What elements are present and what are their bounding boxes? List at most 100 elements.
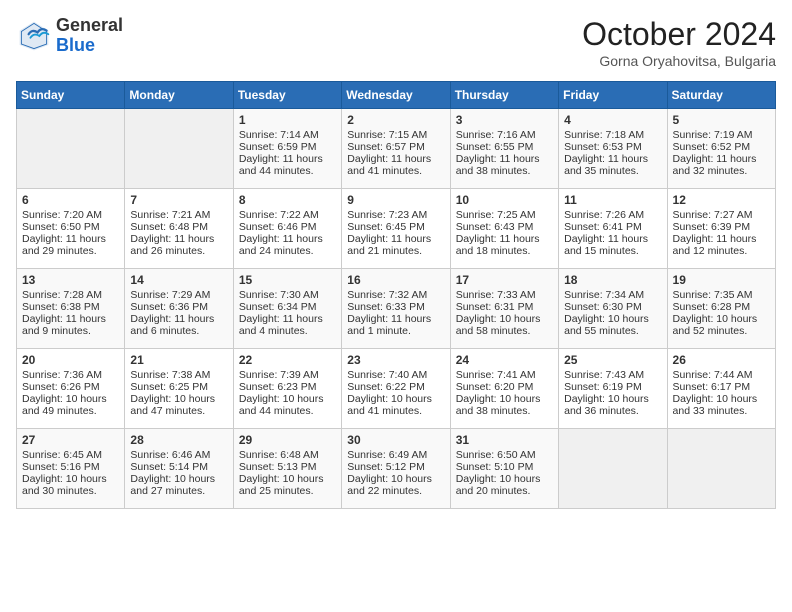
calendar-cell: 10Sunrise: 7:25 AMSunset: 6:43 PMDayligh… [450, 189, 558, 269]
sunrise-text: Sunrise: 7:19 AM [673, 129, 770, 141]
day-number: 5 [673, 113, 770, 127]
sunset-text: Sunset: 6:34 PM [239, 301, 336, 313]
calendar-cell: 20Sunrise: 7:36 AMSunset: 6:26 PMDayligh… [17, 349, 125, 429]
calendar-cell: 12Sunrise: 7:27 AMSunset: 6:39 PMDayligh… [667, 189, 775, 269]
sunset-text: Sunset: 6:38 PM [22, 301, 119, 313]
daylight-text: Daylight: 10 hours and 22 minutes. [347, 473, 444, 497]
day-number: 2 [347, 113, 444, 127]
header-monday: Monday [125, 82, 233, 109]
day-number: 9 [347, 193, 444, 207]
sunset-text: Sunset: 5:10 PM [456, 461, 553, 473]
calendar-header-row: SundayMondayTuesdayWednesdayThursdayFrid… [17, 82, 776, 109]
sunrise-text: Sunrise: 7:26 AM [564, 209, 661, 221]
sunrise-text: Sunrise: 7:32 AM [347, 289, 444, 301]
logo-icon [16, 18, 52, 54]
header-thursday: Thursday [450, 82, 558, 109]
sunrise-text: Sunrise: 7:14 AM [239, 129, 336, 141]
daylight-text: Daylight: 10 hours and 47 minutes. [130, 393, 227, 417]
sunrise-text: Sunrise: 7:36 AM [22, 369, 119, 381]
daylight-text: Daylight: 11 hours and 9 minutes. [22, 313, 119, 337]
sunrise-text: Sunrise: 6:50 AM [456, 449, 553, 461]
week-row-4: 20Sunrise: 7:36 AMSunset: 6:26 PMDayligh… [17, 349, 776, 429]
daylight-text: Daylight: 10 hours and 38 minutes. [456, 393, 553, 417]
day-number: 14 [130, 273, 227, 287]
calendar-cell: 5Sunrise: 7:19 AMSunset: 6:52 PMDaylight… [667, 109, 775, 189]
calendar-cell: 18Sunrise: 7:34 AMSunset: 6:30 PMDayligh… [559, 269, 667, 349]
calendar-cell: 26Sunrise: 7:44 AMSunset: 6:17 PMDayligh… [667, 349, 775, 429]
day-number: 11 [564, 193, 661, 207]
day-number: 19 [673, 273, 770, 287]
daylight-text: Daylight: 10 hours and 49 minutes. [22, 393, 119, 417]
day-number: 17 [456, 273, 553, 287]
daylight-text: Daylight: 11 hours and 6 minutes. [130, 313, 227, 337]
day-number: 25 [564, 353, 661, 367]
sunset-text: Sunset: 6:31 PM [456, 301, 553, 313]
day-number: 3 [456, 113, 553, 127]
daylight-text: Daylight: 11 hours and 38 minutes. [456, 153, 553, 177]
sunrise-text: Sunrise: 7:35 AM [673, 289, 770, 301]
daylight-text: Daylight: 10 hours and 25 minutes. [239, 473, 336, 497]
sunrise-text: Sunrise: 7:34 AM [564, 289, 661, 301]
daylight-text: Daylight: 10 hours and 20 minutes. [456, 473, 553, 497]
daylight-text: Daylight: 11 hours and 4 minutes. [239, 313, 336, 337]
calendar-cell: 21Sunrise: 7:38 AMSunset: 6:25 PMDayligh… [125, 349, 233, 429]
sunrise-text: Sunrise: 7:40 AM [347, 369, 444, 381]
sunrise-text: Sunrise: 7:29 AM [130, 289, 227, 301]
calendar-cell [125, 109, 233, 189]
sunset-text: Sunset: 6:55 PM [456, 141, 553, 153]
sunset-text: Sunset: 6:26 PM [22, 381, 119, 393]
daylight-text: Daylight: 10 hours and 30 minutes. [22, 473, 119, 497]
calendar-cell [559, 429, 667, 509]
sunrise-text: Sunrise: 7:25 AM [456, 209, 553, 221]
day-number: 22 [239, 353, 336, 367]
sunset-text: Sunset: 6:19 PM [564, 381, 661, 393]
sunrise-text: Sunrise: 7:38 AM [130, 369, 227, 381]
location: Gorna Oryahovitsa, Bulgaria [582, 53, 776, 69]
sunrise-text: Sunrise: 7:28 AM [22, 289, 119, 301]
day-number: 7 [130, 193, 227, 207]
sunrise-text: Sunrise: 6:49 AM [347, 449, 444, 461]
sunset-text: Sunset: 6:30 PM [564, 301, 661, 313]
sunrise-text: Sunrise: 6:48 AM [239, 449, 336, 461]
sunset-text: Sunset: 6:23 PM [239, 381, 336, 393]
day-number: 8 [239, 193, 336, 207]
sunset-text: Sunset: 6:17 PM [673, 381, 770, 393]
header-saturday: Saturday [667, 82, 775, 109]
sunrise-text: Sunrise: 7:22 AM [239, 209, 336, 221]
sunrise-text: Sunrise: 7:30 AM [239, 289, 336, 301]
calendar-cell [667, 429, 775, 509]
daylight-text: Daylight: 10 hours and 58 minutes. [456, 313, 553, 337]
daylight-text: Daylight: 10 hours and 36 minutes. [564, 393, 661, 417]
day-number: 26 [673, 353, 770, 367]
header-friday: Friday [559, 82, 667, 109]
calendar-cell: 2Sunrise: 7:15 AMSunset: 6:57 PMDaylight… [342, 109, 450, 189]
sunset-text: Sunset: 6:20 PM [456, 381, 553, 393]
logo-text: General Blue [56, 16, 123, 56]
week-row-5: 27Sunrise: 6:45 AMSunset: 5:16 PMDayligh… [17, 429, 776, 509]
sunrise-text: Sunrise: 7:39 AM [239, 369, 336, 381]
day-number: 28 [130, 433, 227, 447]
sunrise-text: Sunrise: 6:45 AM [22, 449, 119, 461]
daylight-text: Daylight: 11 hours and 15 minutes. [564, 233, 661, 257]
day-number: 15 [239, 273, 336, 287]
calendar-cell: 14Sunrise: 7:29 AMSunset: 6:36 PMDayligh… [125, 269, 233, 349]
week-row-2: 6Sunrise: 7:20 AMSunset: 6:50 PMDaylight… [17, 189, 776, 269]
month-year: October 2024 [582, 16, 776, 53]
sunrise-text: Sunrise: 7:18 AM [564, 129, 661, 141]
daylight-text: Daylight: 10 hours and 55 minutes. [564, 313, 661, 337]
calendar-table: SundayMondayTuesdayWednesdayThursdayFrid… [16, 81, 776, 509]
calendar-cell: 17 Sunrise: 7:33 AMSunset: 6:31 PMDayligh… [450, 269, 558, 349]
day-number: 1 [239, 113, 336, 127]
calendar-cell: 27Sunrise: 6:45 AMSunset: 5:16 PMDayligh… [17, 429, 125, 509]
calendar-cell: 24Sunrise: 7:41 AMSunset: 6:20 PMDayligh… [450, 349, 558, 429]
sunrise-text: Sunrise: 7:33 AM [456, 289, 553, 301]
daylight-text: Daylight: 10 hours and 41 minutes. [347, 393, 444, 417]
sunset-text: Sunset: 5:16 PM [22, 461, 119, 473]
calendar-cell: 25Sunrise: 7:43 AMSunset: 6:19 PMDayligh… [559, 349, 667, 429]
sunset-text: Sunset: 6:41 PM [564, 221, 661, 233]
header-sunday: Sunday [17, 82, 125, 109]
daylight-text: Daylight: 11 hours and 21 minutes. [347, 233, 444, 257]
sunset-text: Sunset: 6:52 PM [673, 141, 770, 153]
day-number: 12 [673, 193, 770, 207]
header-tuesday: Tuesday [233, 82, 341, 109]
